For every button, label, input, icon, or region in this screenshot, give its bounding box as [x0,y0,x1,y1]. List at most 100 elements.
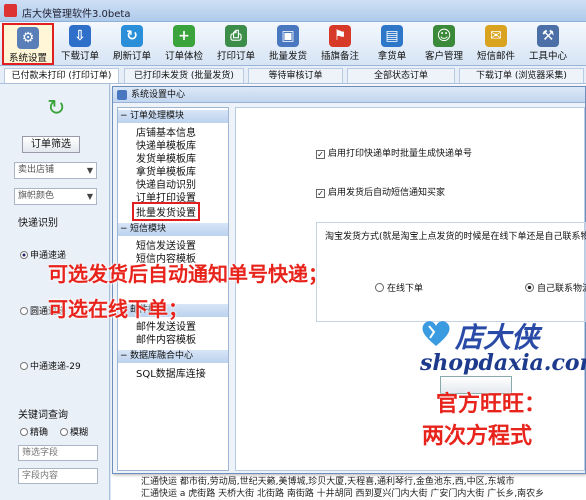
match-fuzzy-radio[interactable]: 模糊 [60,425,88,438]
refresh-icon: ↻ [121,25,143,47]
toolbar-button-label: 订单体检 [164,51,203,62]
radio-dot [20,362,28,370]
shipping-method-label: 淘宝发货方式(就是淘宝上点发货的时候是在线下单还是自己联系物流 [325,232,586,242]
table-row[interactable]: 汇通快运 a 虎街路 天桥大街 北街路 南街路 十井胡同 西到夏兴门内大街 广安… [111,486,586,498]
wangwang-id: 两次方程式 [422,424,533,449]
brand-url: shopdaxia.com [420,350,586,376]
toolbar-button-9[interactable]: ✉ 短信邮件 [470,23,522,65]
title-bar: 店大侠管理软件3.0beta [0,0,586,22]
order-rows: 汇通快运 都市街,劳动局,世纪天籁,美博城,珍贝大厦,天程喜,通利琴行,金鱼池东… [111,474,586,498]
dialog-title: 系统设置中心 [131,90,186,100]
radio-label: 在线下单 [387,284,424,294]
flag-select-value: 旗帜颜色 [18,191,55,201]
toolbox-icon: ⚒ [537,25,559,47]
match-fuzzy-label: 模糊 [70,428,89,438]
checkbox-checked-icon: ✓ [316,189,325,198]
shipping-method-group: 淘宝发货方式(就是淘宝上点发货的时候是在线下单还是自己联系物流 在线下单 自己联… [316,222,586,322]
field-content-input[interactable]: 字段内容 [18,468,98,484]
toolbar-button-label: 短信邮件 [476,51,515,62]
radio-dot [20,307,28,315]
official-wangwang-label: 官方旺旺： [436,392,547,417]
basket-icon: ▤ [381,25,403,47]
dialog-title-bar: 系统设置中心 [113,87,585,103]
app-icon [4,4,17,17]
toolbar-button-8[interactable]: ☺ 客户管理 [418,23,470,65]
radio-self-logistics[interactable]: 自己联系物流 [525,281,586,294]
option-batch-tracking-number[interactable]: ✓ 启用打印快递单时批量生成快递单号 [316,146,472,159]
keyword-query-label: 关键词查询 [18,410,68,421]
toolbar-button-0[interactable]: ⚙ 系统设置 [2,23,54,65]
toolbar-button-1[interactable]: ⇩ 下载订单 [54,23,106,65]
flag-color-select[interactable]: 旗帜颜色 ▼ [14,188,97,205]
chevron-down-icon: ▼ [86,192,93,201]
filter-field-input[interactable]: 筛选字段 [18,445,98,461]
gear-icon: ⚙ [17,27,39,49]
order-filter-button[interactable]: 订单筛选 [22,136,80,153]
refresh-icon[interactable]: ↻ [47,96,65,121]
radio-online-order[interactable]: 在线下单 [375,281,423,294]
toolbar-button-label: 打印订单 [216,51,255,62]
heart-logo-icon [422,321,450,346]
order-tabs: 已付款未打印 (打印订单) 已打印未发货 (批量发货) 等待审核订单 全部状态订… [0,66,586,84]
toolbar-button-6[interactable]: ⚑ 插旗备注 [314,23,366,65]
toolbar-button-10[interactable]: ⚒ 工具中心 [522,23,574,65]
toolbar-button-label: 批量发货 [268,51,307,62]
toolbar-button-2[interactable]: ↻ 刷新订单 [106,23,158,65]
shop-select[interactable]: 卖出店铺 ▼ [14,162,97,179]
flag-icon: ⚑ [329,25,351,47]
tree-section-order[interactable]: 订单处理模块 [118,110,228,123]
tab-all-status[interactable]: 全部状态订单 [347,68,455,83]
tree-item-sql-connection[interactable]: SQL数据库连接 [136,365,206,380]
printer-icon: ⎙ [225,25,247,47]
tab-pending-review[interactable]: 等待审核订单 [248,68,343,83]
promo-line-online-order: 可选在线下单； [48,297,188,321]
toolbar-button-label: 系统设置 [8,53,47,64]
tab-unprinted[interactable]: 已付款未打印 (打印订单) [4,68,119,83]
table-row[interactable]: 汇通快运 都市街,劳动局,世纪天籁,美博城,珍贝大厦,天程喜,通利琴行,金鱼池东… [111,474,586,486]
download-icon: ⇩ [69,25,91,47]
tree-item-batch-shipping[interactable]: 批量发货设置 [132,202,200,221]
option-auto-sms-notify[interactable]: ✓ 启用发货后自动短信通知买家 [316,185,445,198]
mail-icon: ✉ [485,25,507,47]
radio-dot [525,283,534,292]
plus-icon: + [173,25,195,47]
truck-icon: ▣ [277,25,299,47]
toolbar: ⚙ 系统设置 ⇩ 下载订单 ↻ 刷新订单 + 订单体检 ⎙ 打印订单 ▣ 批量发货 ⚑ 插旗备注 ▤ 拿货单 ☺… [0,22,586,66]
promo-line-auto-notify: 可选发货后自动通知单号快递； [48,262,328,286]
toolbar-button-3[interactable]: + 订单体检 [158,23,210,65]
match-exact-label: 精确 [30,428,49,438]
toolbar-button-label: 工具中心 [528,51,567,62]
tree-section-database[interactable]: 数据库融合中心 [118,350,228,363]
chevron-down-icon: ▼ [86,166,93,175]
toolbar-button-label: 客户管理 [424,51,463,62]
toolbar-button-11[interactable]: ★会员 [574,23,586,65]
option-label: 启用发货后自动短信通知买家 [328,188,446,198]
settings-icon [117,90,127,100]
radio-dot [20,251,28,259]
tree-section-sms[interactable]: 短信模块 [118,223,228,236]
tab-download-browser[interactable]: 下载订单 (浏览器采集) [459,68,584,83]
toolbar-button-7[interactable]: ▤ 拿货单 [366,23,418,65]
radio-label: 自己联系物流 [537,284,586,294]
checkbox-checked-icon: ✓ [316,150,325,159]
left-filter-panel: ↻ 订单筛选 卖出店铺 ▼ 旗帜颜色 ▼ 快递识别 申通速递 圆通速递 中通速递-2… [0,84,110,500]
tab-printed-unshipped[interactable]: 已打印未发货 (批量发货) [124,68,244,83]
express-option-zhongtong[interactable]: 中通速递-29 [20,359,81,372]
toolbar-button-label: 下载订单 [60,51,99,62]
tree-item-mail-template[interactable]: 邮件内容模板 [136,331,196,346]
toolbar-button-label: 拿货单 [377,51,407,62]
radio-dot [20,428,28,436]
users-icon: ☺ [433,25,455,47]
toolbar-button-5[interactable]: ▣ 批量发货 [262,23,314,65]
window-title: 店大侠管理软件3.0beta [22,9,131,20]
match-exact-radio[interactable]: 精确 [20,425,48,438]
option-label: 启用打印快递单时批量生成快递单号 [328,149,473,159]
toolbar-button-4[interactable]: ⎙ 打印订单 [210,23,262,65]
express-label: 快递识别 [18,218,58,229]
toolbar-button-label: 插旗备注 [320,51,359,62]
express-option-label: 中通速递-29 [30,362,81,372]
shop-select-value: 卖出店铺 [18,165,55,175]
toolbar-button-label: 刷新订单 [112,51,151,62]
radio-dot [60,428,68,436]
radio-dot [375,283,384,292]
